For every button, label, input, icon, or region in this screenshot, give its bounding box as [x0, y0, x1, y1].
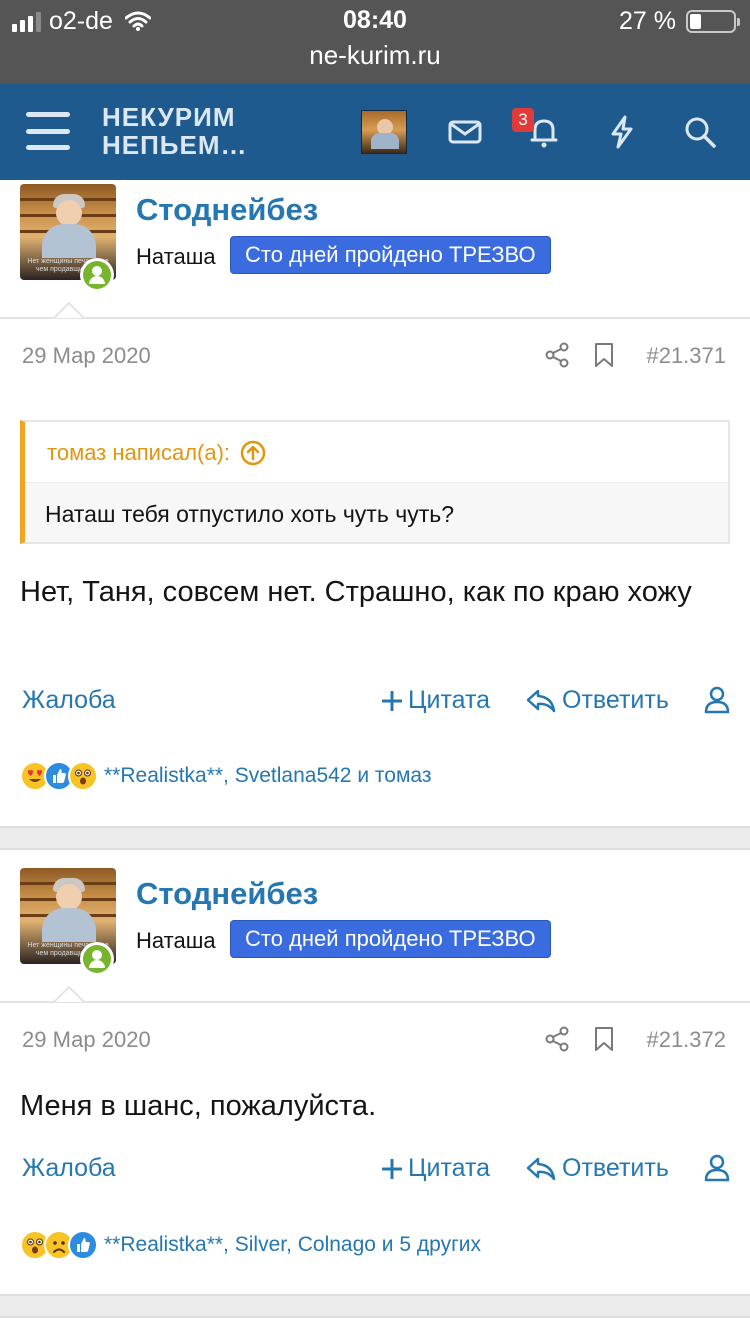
- username-link[interactable]: Стоднейбез: [136, 192, 318, 228]
- reply-label: Ответить: [562, 1154, 669, 1182]
- menu-icon[interactable]: [26, 112, 70, 150]
- quote-label: Цитата: [408, 1154, 491, 1182]
- reactions-bar[interactable]: **Realistka**, Silver, Colnago и 5 други…: [20, 1227, 481, 1263]
- post-message: Нет, Таня, совсем нет. Страшно, как по к…: [20, 576, 692, 608]
- reply-icon: [526, 689, 556, 712]
- username-link[interactable]: Стоднейбез: [136, 876, 318, 912]
- reactions-bar[interactable]: **Realistka**, Svetlana542 и томаз: [20, 758, 431, 794]
- share-icon[interactable]: [544, 1026, 570, 1052]
- logo-line-2: НЕПЬЕМ…: [102, 130, 248, 160]
- user-block-arrow: [54, 986, 84, 1002]
- post: Нет женщины печальнее чем продавщица бу …: [0, 180, 750, 826]
- quote-block: томаз написал(а): Наташ тебя отпустило х…: [20, 420, 730, 544]
- plus-icon: [382, 690, 402, 711]
- reactors-list[interactable]: **Realistka**, Svetlana542 и томаз: [104, 764, 431, 788]
- user-title-badge: Сто дней пройдено ТРЕЗВО: [230, 920, 551, 958]
- arrow-up-circle-icon[interactable]: [240, 440, 266, 466]
- account-avatar[interactable]: [361, 110, 407, 154]
- mail-icon[interactable]: [447, 114, 483, 150]
- like-emoji-icon: [68, 1230, 98, 1260]
- quote-link[interactable]: Цитата: [382, 1154, 490, 1183]
- search-icon[interactable]: [682, 114, 718, 150]
- post-date[interactable]: 29 Мар 2020: [22, 1027, 151, 1053]
- quote-author: томаз написал(а):: [47, 440, 231, 465]
- post-separator: [0, 1294, 750, 1318]
- logo-line-1: НЕКУРИМ: [102, 102, 236, 132]
- url-bar[interactable]: ne-kurim.ru: [0, 40, 750, 71]
- user-title-badge: Сто дней пройдено ТРЕЗВО: [230, 236, 551, 274]
- user-block-arrow: [54, 302, 84, 318]
- report-label: Жалоба: [22, 1154, 116, 1182]
- site-header: НЕКУРИМ НЕПЬЕМ…: [0, 84, 750, 180]
- report-link[interactable]: Жалоба: [22, 686, 116, 715]
- plus-icon: [382, 1158, 402, 1179]
- user-icon[interactable]: [704, 686, 730, 714]
- report-link[interactable]: Жалоба: [22, 1154, 116, 1183]
- bookmark-icon[interactable]: [591, 1026, 617, 1052]
- bookmark-icon[interactable]: [591, 342, 617, 368]
- post-separator: [0, 826, 750, 850]
- post-number[interactable]: #21.372: [646, 1027, 726, 1053]
- post-date[interactable]: 29 Мар 2020: [22, 343, 151, 369]
- report-label: Жалоба: [22, 686, 116, 714]
- reply-link[interactable]: Ответить: [526, 1154, 669, 1183]
- reply-label: Ответить: [562, 686, 669, 714]
- post-message: Меня в шанс, пожалуйста.: [20, 1090, 377, 1122]
- share-icon[interactable]: [544, 342, 570, 368]
- reactors-list[interactable]: **Realistka**, Silver, Colnago и 5 други…: [104, 1233, 481, 1257]
- reply-link[interactable]: Ответить: [526, 686, 669, 715]
- notification-count-badge: 3: [512, 108, 534, 132]
- user-icon[interactable]: [704, 1154, 730, 1182]
- battery-icon: [686, 10, 740, 33]
- wow-emoji-icon: [68, 761, 98, 791]
- user-realname: Наташа: [136, 928, 216, 953]
- quote-label: Цитата: [408, 686, 491, 714]
- post-actions: Жалоба Цитата Ответить: [0, 1154, 750, 1190]
- post-actions: Жалоба Цитата Ответить: [0, 686, 750, 722]
- lightning-icon[interactable]: [604, 114, 640, 150]
- battery-block: 27 %: [619, 7, 740, 36]
- online-status-icon: [80, 258, 114, 292]
- quote-link[interactable]: Цитата: [382, 686, 490, 715]
- quote-text: Наташ тебя отпустило хоть чуть чуть?: [25, 482, 728, 542]
- reply-icon: [526, 1157, 556, 1180]
- site-logo[interactable]: НЕКУРИМ НЕПЬЕМ…: [102, 104, 248, 158]
- quote-header[interactable]: томаз написал(а):: [47, 440, 266, 466]
- online-status-icon: [80, 942, 114, 976]
- battery-percent: 27 %: [619, 7, 676, 35]
- browser-status-bar: o2-de 08:40 27 % ne-kurim.ru: [0, 0, 750, 84]
- user-realname: Наташа: [136, 244, 216, 269]
- post-number[interactable]: #21.371: [646, 343, 726, 369]
- post: Нет женщины печальнее чем продавщица бу …: [0, 850, 750, 1294]
